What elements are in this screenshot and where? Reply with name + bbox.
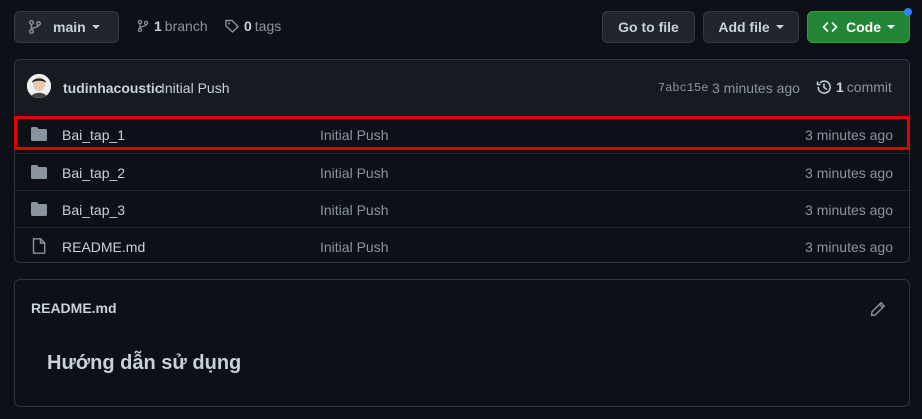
chevron-down-icon: [91, 25, 100, 29]
code-button[interactable]: Code: [807, 11, 910, 43]
folder-icon: [31, 202, 47, 216]
pencil-icon[interactable]: [870, 301, 886, 317]
go-to-file-button[interactable]: Go to file: [602, 11, 695, 43]
file-commit-message[interactable]: Initial Push: [320, 165, 388, 181]
tags-link[interactable]: 0 tags: [224, 18, 281, 34]
file-name[interactable]: Bai_tap_2: [62, 165, 125, 181]
notification-dot: [904, 8, 912, 16]
code-icon: [822, 22, 838, 32]
commit-time: 3 minutes ago: [712, 80, 800, 96]
file-icon: [32, 238, 46, 254]
branch-select-button[interactable]: main: [14, 11, 119, 43]
branch-count: 1: [154, 18, 162, 34]
readme-heading: Hướng dẫn sử dụng: [47, 352, 242, 374]
file-row-bai-tap-2[interactable]: Bai_tap_2 Initial Push 3 minutes ago: [15, 153, 909, 191]
go-to-file-label: Go to file: [618, 19, 679, 35]
file-age: 3 minutes ago: [805, 201, 893, 218]
tag-label: tags: [254, 18, 282, 34]
commit-count: 1: [836, 79, 844, 95]
chevron-down-icon: [887, 25, 895, 29]
file-age: 3 minutes ago: [805, 238, 893, 255]
commit-history-link[interactable]: 1 commit: [816, 79, 892, 95]
chevron-down-icon: [775, 25, 784, 29]
git-branch-icon: [29, 20, 41, 34]
commit-hash[interactable]: 7abc15e: [658, 81, 708, 95]
folder-icon: [31, 165, 47, 179]
readme-title[interactable]: README.md: [31, 300, 117, 316]
commit-author[interactable]: tudinhacoustic: [63, 80, 163, 96]
file-name[interactable]: Bai_tap_1: [62, 127, 125, 143]
code-label: Code: [846, 19, 881, 35]
file-row-readme[interactable]: README.md Initial Push 3 minutes ago: [15, 227, 909, 265]
readme-panel: README.md Hướng dẫn sử dụng: [14, 279, 910, 407]
file-name[interactable]: README.md: [62, 239, 145, 255]
commit-message[interactable]: Initial Push: [161, 80, 229, 96]
file-row-bai-tap-3[interactable]: Bai_tap_3 Initial Push 3 minutes ago: [15, 190, 909, 228]
file-age: 3 minutes ago: [805, 164, 893, 181]
commit-count-label: commit: [846, 79, 892, 95]
latest-commit-bar: tudinhacoustic Initial Push 7abc15e 3 mi…: [15, 60, 909, 117]
add-file-button[interactable]: Add file: [703, 11, 799, 43]
branches-link[interactable]: 1 branch: [136, 18, 208, 34]
file-commit-message[interactable]: Initial Push: [320, 127, 388, 143]
file-row-bai-tap-1[interactable]: Bai_tap_1 Initial Push 3 minutes ago: [15, 116, 909, 153]
branch-label: branch: [164, 18, 208, 34]
branch-name: main: [53, 19, 86, 35]
folder-icon: [31, 127, 47, 141]
file-commit-message[interactable]: Initial Push: [320, 239, 388, 255]
file-age: 3 minutes ago: [805, 126, 893, 143]
tag-icon: [225, 19, 239, 33]
add-file-label: Add file: [718, 19, 770, 35]
avatar[interactable]: [27, 74, 51, 98]
file-browser: tudinhacoustic Initial Push 7abc15e 3 mi…: [14, 59, 910, 263]
git-branch-icon: [137, 19, 149, 33]
file-commit-message[interactable]: Initial Push: [320, 202, 388, 218]
file-name[interactable]: Bai_tap_3: [62, 202, 125, 218]
tag-count: 0: [244, 18, 252, 34]
history-icon: [816, 80, 831, 94]
